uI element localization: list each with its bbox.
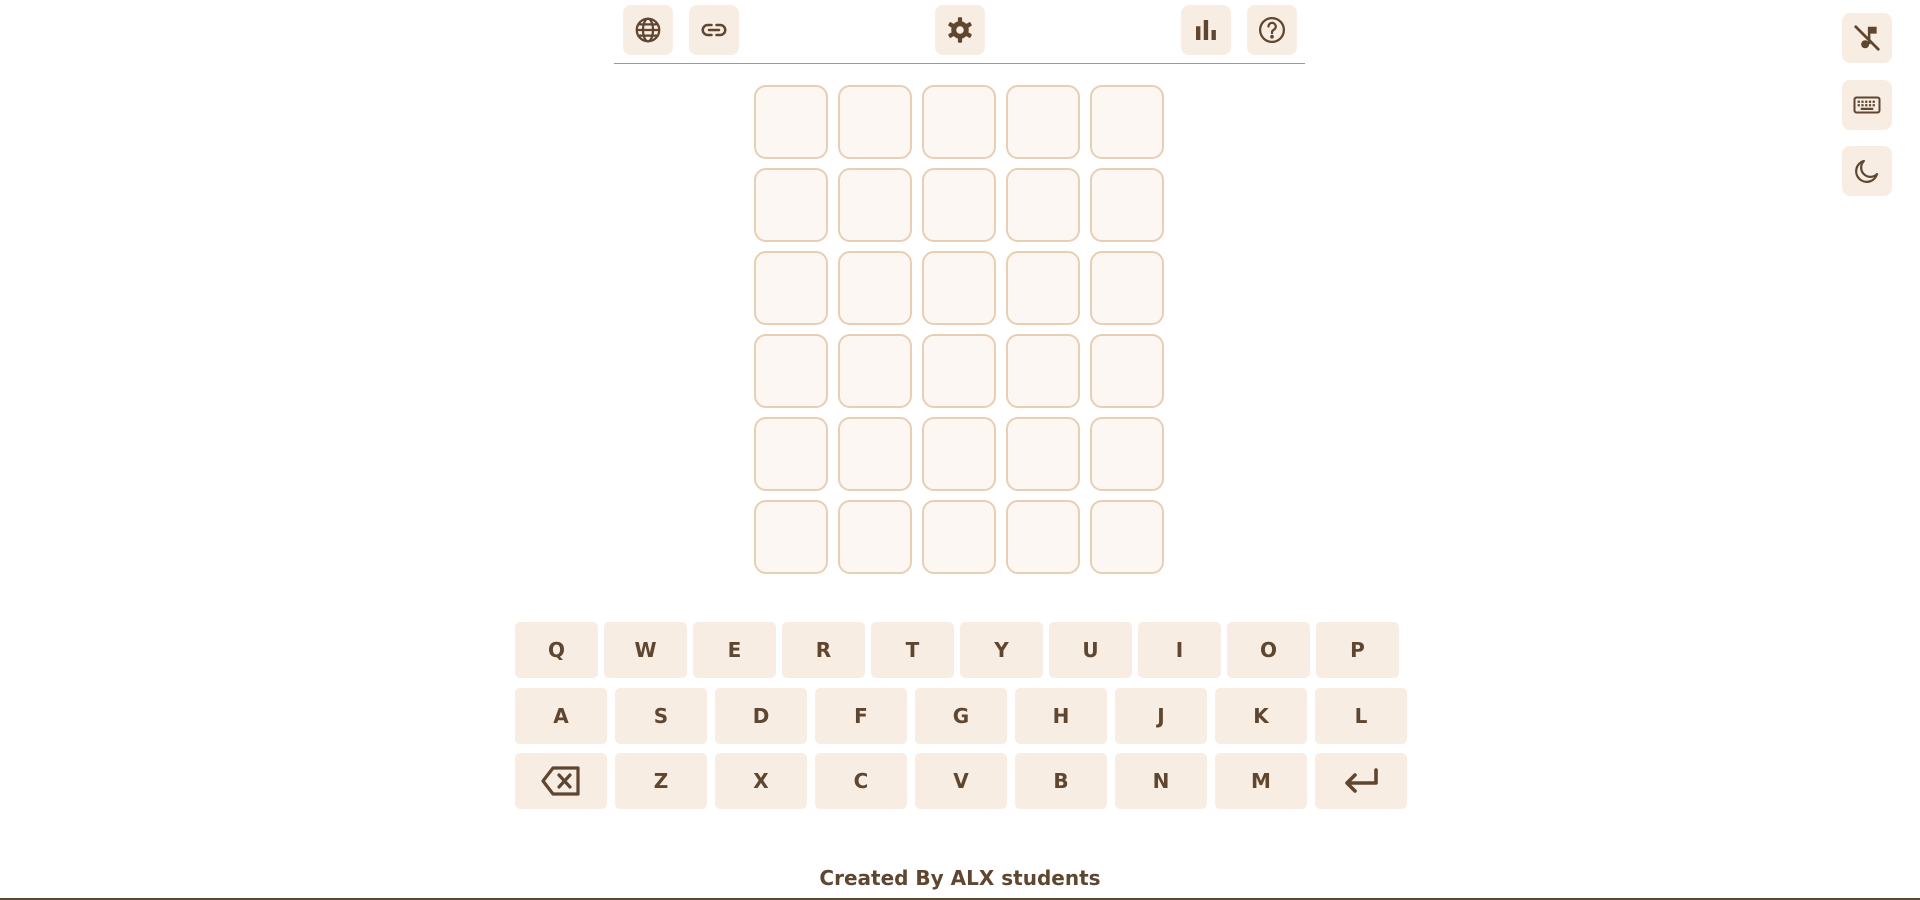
board-tile (922, 168, 996, 242)
footer-credit: Created By ALX students (819, 866, 1101, 890)
board-tile (838, 251, 912, 325)
board-tile (922, 251, 996, 325)
key-q[interactable]: Q (515, 622, 598, 678)
key-o[interactable]: O (1227, 622, 1310, 678)
keyboard-row-1: QWERTYUIOP (515, 622, 1399, 678)
backspace-key[interactable] (515, 753, 607, 809)
help-button[interactable] (1247, 5, 1297, 55)
globe-icon (635, 17, 661, 43)
board-tile (922, 417, 996, 491)
enter-key[interactable] (1315, 753, 1407, 809)
keyboard-toggle-button[interactable] (1842, 80, 1892, 130)
board-tile (1006, 168, 1080, 242)
key-b[interactable]: B (1015, 753, 1107, 809)
board-tile (838, 334, 912, 408)
moon-icon (1855, 159, 1879, 183)
board-tile (922, 500, 996, 574)
key-c[interactable]: C (815, 753, 907, 809)
key-m[interactable]: M (1215, 753, 1307, 809)
board-tile (838, 85, 912, 159)
key-i[interactable]: I (1138, 622, 1221, 678)
keyboard-icon (1853, 96, 1881, 114)
board-tile (838, 500, 912, 574)
keyboard-row-2: ASDFGHJKL (515, 688, 1407, 744)
key-d[interactable]: D (715, 688, 807, 744)
board-tile (1090, 168, 1164, 242)
board-tile (1006, 334, 1080, 408)
board-tile (1090, 500, 1164, 574)
key-j[interactable]: J (1115, 688, 1207, 744)
key-s[interactable]: S (615, 688, 707, 744)
board-tile (754, 334, 828, 408)
key-v[interactable]: V (915, 753, 1007, 809)
key-y[interactable]: Y (960, 622, 1043, 678)
board-tile (1006, 417, 1080, 491)
key-g[interactable]: G (915, 688, 1007, 744)
board-tile (1090, 417, 1164, 491)
music-off-icon (1854, 25, 1880, 51)
key-p[interactable]: P (1316, 622, 1399, 678)
key-t[interactable]: T (871, 622, 954, 678)
key-u[interactable]: U (1049, 622, 1132, 678)
board-tile (754, 85, 828, 159)
sound-toggle-button[interactable] (1842, 13, 1892, 63)
header-divider (614, 63, 1305, 64)
board-tile (1006, 251, 1080, 325)
board-tile (1090, 334, 1164, 408)
gear-icon (948, 17, 972, 43)
board-tile (1006, 85, 1080, 159)
key-h[interactable]: H (1015, 688, 1107, 744)
key-w[interactable]: W (604, 622, 687, 678)
board-tile (838, 417, 912, 491)
link-icon (701, 23, 727, 37)
board-tile (922, 334, 996, 408)
language-button[interactable] (623, 5, 673, 55)
question-circle-icon (1259, 17, 1285, 43)
board-tile (754, 500, 828, 574)
key-l[interactable]: L (1315, 688, 1407, 744)
key-n[interactable]: N (1115, 753, 1207, 809)
key-x[interactable]: X (715, 753, 807, 809)
settings-button[interactable] (935, 5, 985, 55)
backspace-icon (541, 766, 580, 796)
dark-mode-toggle-button[interactable] (1842, 146, 1892, 196)
key-r[interactable]: R (782, 622, 865, 678)
game-board (754, 85, 1164, 574)
key-e[interactable]: E (693, 622, 776, 678)
enter-icon (1345, 768, 1378, 793)
key-k[interactable]: K (1215, 688, 1307, 744)
board-tile (1006, 500, 1080, 574)
board-tile (754, 417, 828, 491)
board-tile (1090, 251, 1164, 325)
board-tile (922, 85, 996, 159)
keyboard-row-3: ZXCVBNM (515, 753, 1407, 809)
share-link-button[interactable] (689, 5, 739, 55)
board-tile (754, 251, 828, 325)
key-a[interactable]: A (515, 688, 607, 744)
board-tile (1090, 85, 1164, 159)
key-f[interactable]: F (815, 688, 907, 744)
key-z[interactable]: Z (615, 753, 707, 809)
board-tile (754, 168, 828, 242)
bar-chart-icon (1196, 20, 1216, 40)
statistics-button[interactable] (1181, 5, 1231, 55)
board-tile (838, 168, 912, 242)
